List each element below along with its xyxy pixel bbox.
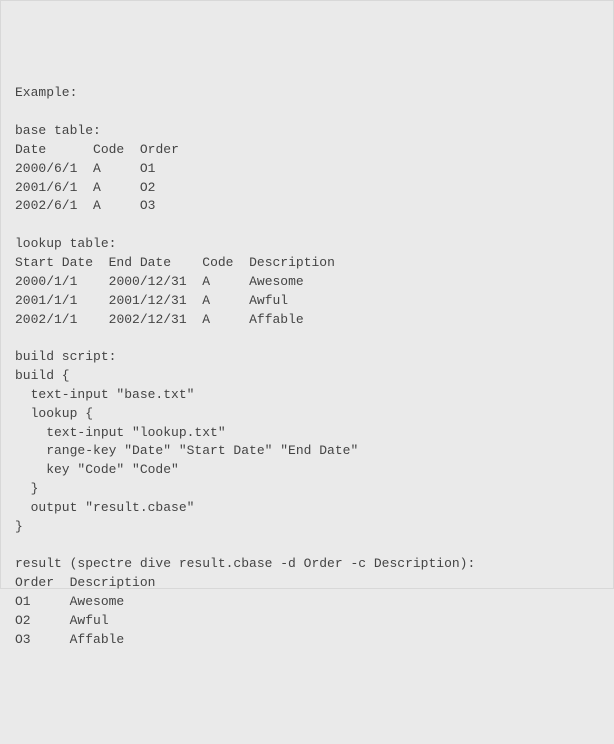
lookup-table-header: Start Date End Date Code Description xyxy=(15,255,335,270)
build-script-line: lookup { xyxy=(15,406,93,421)
build-script-line: text-input "lookup.txt" xyxy=(15,425,226,440)
build-script-line: range-key "Date" "Start Date" "End Date" xyxy=(15,443,358,458)
result-row: O1 Awesome xyxy=(15,594,124,609)
result-row: O3 Affable xyxy=(15,632,124,647)
lookup-table-row: 2000/1/1 2000/12/31 A Awesome xyxy=(15,274,304,289)
lookup-table-row: 2002/1/1 2002/12/31 A Affable xyxy=(15,312,304,327)
title: Example: xyxy=(15,85,77,100)
lookup-table-label: lookup table: xyxy=(15,236,116,251)
base-table-row: 2000/6/1 A O1 xyxy=(15,161,155,176)
result-header: Order Description xyxy=(15,575,155,590)
build-script-line: output "result.cbase" xyxy=(15,500,194,515)
result-row: O2 Awful xyxy=(15,613,109,628)
base-table-label: base table: xyxy=(15,123,101,138)
base-table-header: Date Code Order xyxy=(15,142,179,157)
lookup-table-row: 2001/1/1 2001/12/31 A Awful xyxy=(15,293,288,308)
base-table-row: 2001/6/1 A O2 xyxy=(15,180,155,195)
build-script-line: build { xyxy=(15,368,70,383)
base-table-row: 2002/6/1 A O3 xyxy=(15,198,155,213)
build-script-line: } xyxy=(15,481,38,496)
build-script-line: text-input "base.txt" xyxy=(15,387,194,402)
build-script-line: key "Code" "Code" xyxy=(15,462,179,477)
build-script-line: } xyxy=(15,519,23,534)
build-script-label: build script: xyxy=(15,349,116,364)
result-label: result (spectre dive result.cbase -d Ord… xyxy=(15,556,475,571)
example-document: Example: base table: Date Code Order 200… xyxy=(15,84,599,649)
